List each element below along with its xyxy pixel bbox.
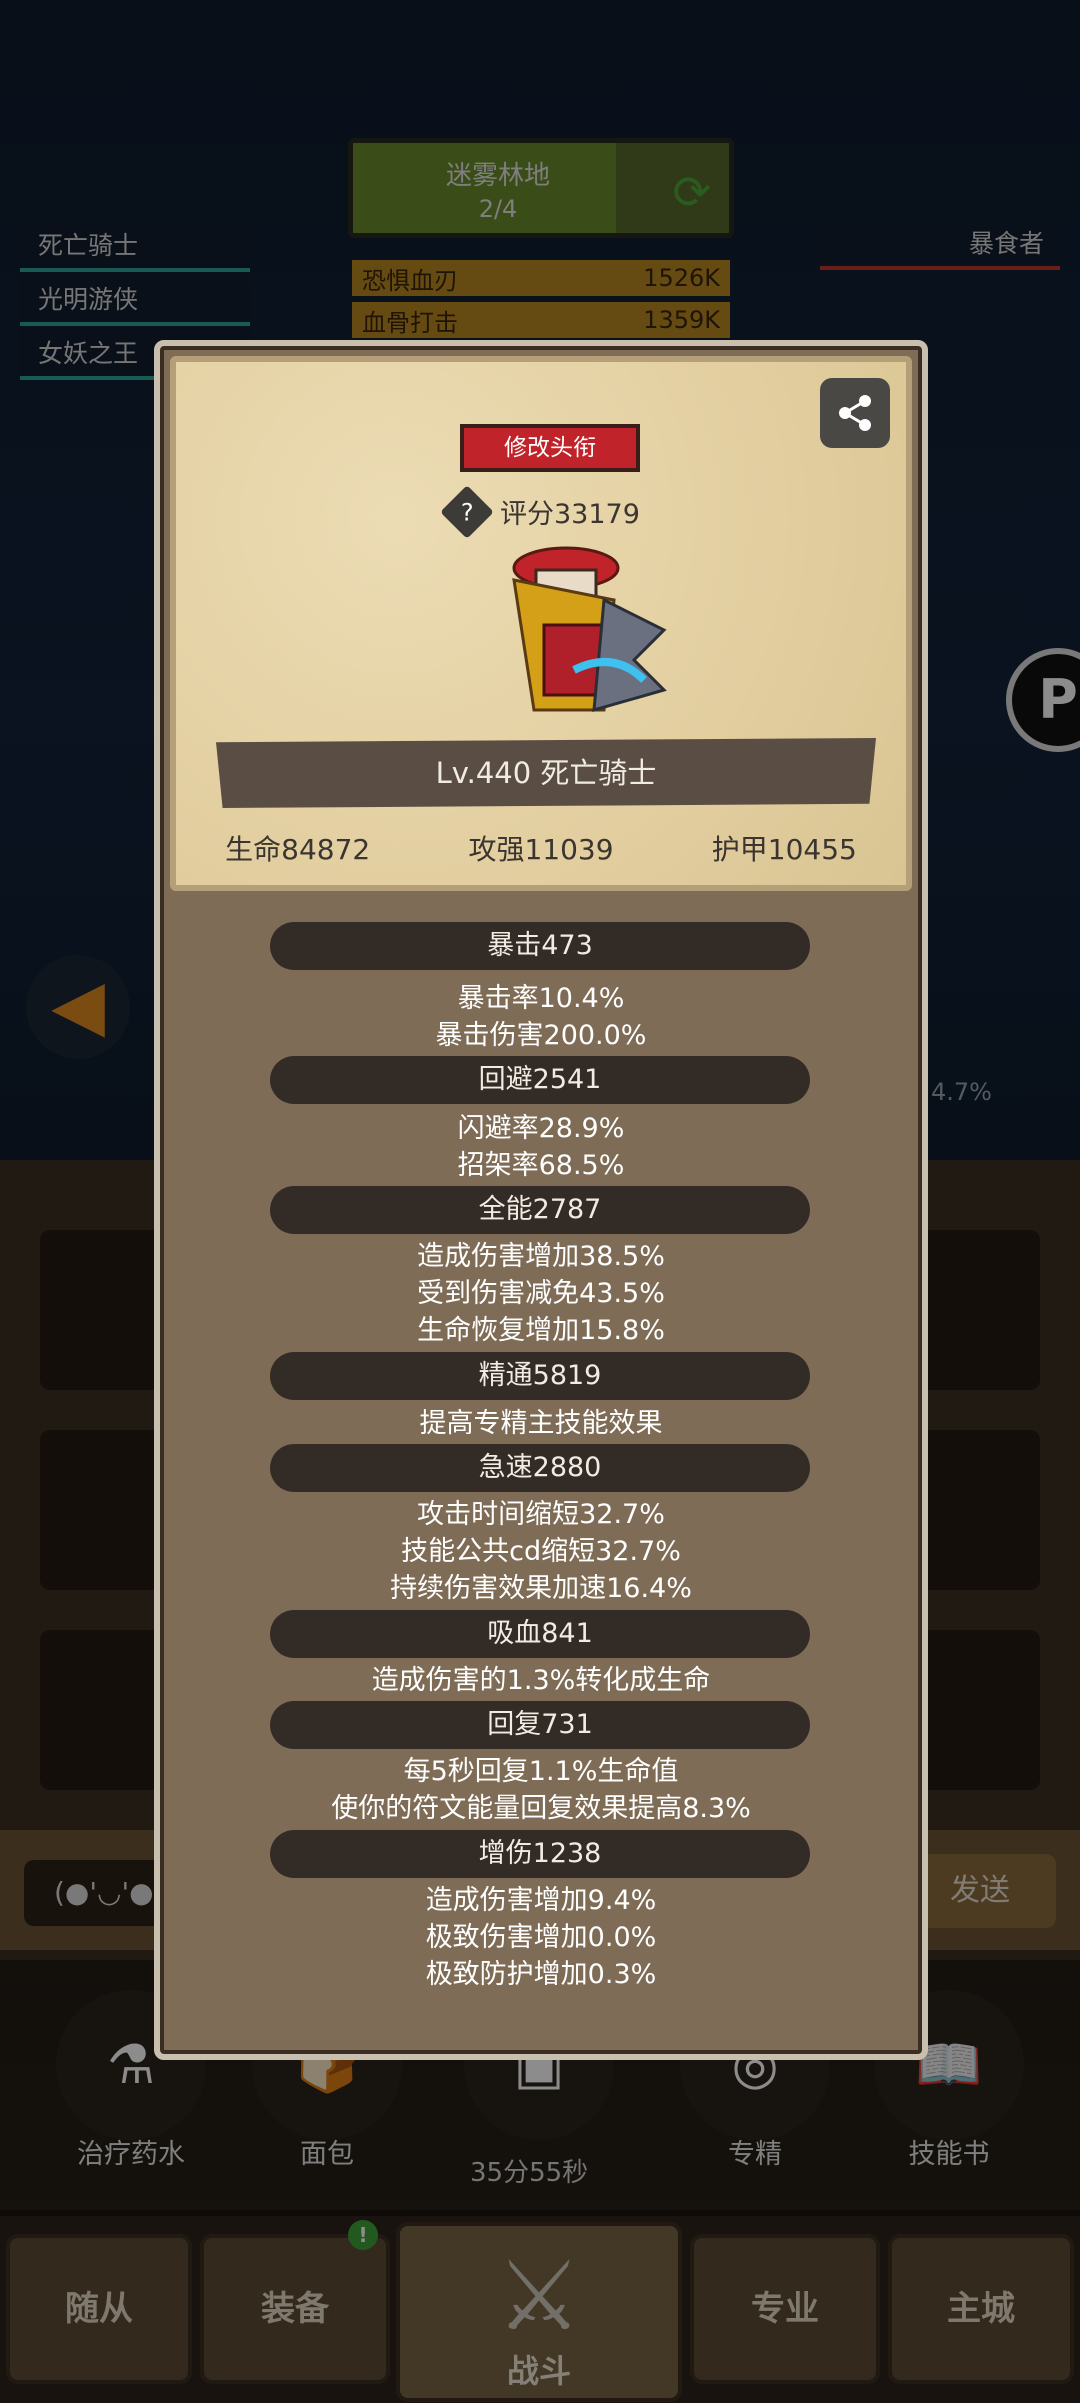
- help-icon[interactable]: ?: [440, 484, 494, 539]
- section-header-crit: 暴击473: [270, 922, 810, 970]
- share-icon: [839, 395, 871, 431]
- stat-line: 使你的符文能量回复效果提高8.3%: [331, 1793, 751, 1824]
- stat-line: 受到伤害减免43.5%: [417, 1278, 665, 1309]
- character-portrait: [512, 546, 667, 713]
- armor-stat: 护甲10455: [711, 833, 857, 866]
- stat-line: 招架率68.5%: [457, 1150, 625, 1181]
- edit-title-button[interactable]: 修改头衔: [460, 424, 640, 472]
- hp-stat: 生命84872: [225, 833, 371, 866]
- stat-line: 造成伤害增加38.5%: [417, 1241, 665, 1272]
- section-header-damage-bonus: 增伤1238: [270, 1830, 810, 1878]
- base-stats: 生命84872 攻强11039 护甲10455: [176, 828, 906, 868]
- stat-line: 极致伤害增加0.0%: [425, 1922, 657, 1953]
- section-header-haste: 急速2880: [270, 1444, 810, 1492]
- character-card: 修改头衔 ? 评分33179 Lv.440 死亡骑士 生命84872 攻强110…: [170, 356, 912, 891]
- stat-line: 极致防护增加0.3%: [425, 1959, 657, 1990]
- score-row: ? 评分33179: [440, 484, 640, 539]
- stat-line: 暴击伤害200.0%: [435, 1020, 647, 1051]
- stat-line: 暴击率10.4%: [457, 983, 625, 1014]
- section-header-avoidance: 回避2541: [270, 1056, 810, 1104]
- section-header-versatility: 全能2787: [270, 1186, 810, 1234]
- stat-line: 持续伤害效果加速16.4%: [390, 1573, 692, 1604]
- section-header-leech: 吸血841: [270, 1610, 810, 1658]
- stat-line: 造成伤害的1.3%转化成生命: [371, 1665, 711, 1696]
- stat-line: 提高专精主技能效果: [419, 1408, 663, 1439]
- stat-line: 攻击时间缩短32.7%: [417, 1499, 665, 1530]
- share-button[interactable]: [820, 378, 890, 448]
- score-value: 评分33179: [500, 499, 640, 530]
- stat-line: 每5秒回复1.1%生命值: [403, 1756, 679, 1787]
- character-stats-modal: 修改头衔 ? 评分33179 Lv.440 死亡骑士 生命84872 攻强110…: [154, 340, 928, 2060]
- stat-line: 闪避率28.9%: [457, 1113, 625, 1144]
- level-class-banner: Lv.440 死亡骑士: [216, 738, 876, 808]
- stat-line: 生命恢复增加15.8%: [417, 1315, 665, 1346]
- stat-line: 技能公共cd缩短32.7%: [401, 1536, 681, 1567]
- section-header-recovery: 回复731: [270, 1701, 810, 1749]
- section-header-mastery: 精通5819: [270, 1352, 810, 1400]
- stat-line: 造成伤害增加9.4%: [425, 1885, 657, 1916]
- attack-stat: 攻强11039: [468, 833, 614, 866]
